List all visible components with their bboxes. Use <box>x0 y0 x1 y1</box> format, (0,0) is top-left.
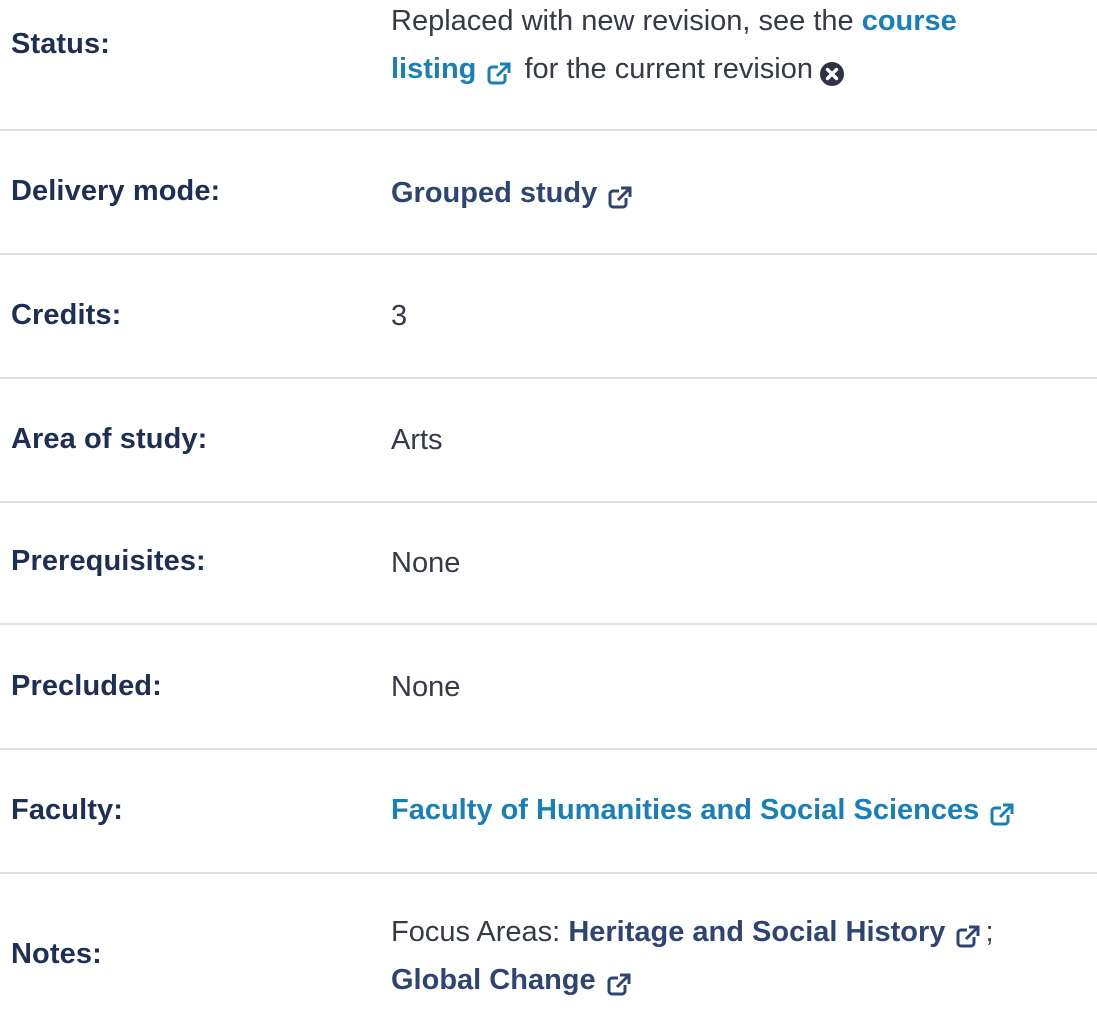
status-text-after: for the current revision <box>524 53 813 85</box>
row-faculty: Faculty: Faculty of Humanities and Socia… <box>0 750 1097 874</box>
credits-value: 3 <box>391 300 408 332</box>
status-label: Status: <box>11 28 110 60</box>
external-link-icon <box>486 54 512 85</box>
prerequisites-value: None <box>391 547 461 579</box>
notes-value: Focus Areas: Heritage and Social History… <box>391 908 1097 1004</box>
delivery-mode-value: Grouped study <box>391 169 1097 217</box>
precluded-label: Precluded: <box>11 670 162 702</box>
area-of-study-label: Area of study: <box>11 423 208 455</box>
area-of-study-value: Arts <box>391 424 443 456</box>
external-link-icon <box>955 917 981 948</box>
row-precluded: Precluded: None <box>0 625 1097 750</box>
row-delivery-mode: Delivery mode: Grouped study <box>0 131 1097 255</box>
close-circle-icon[interactable] <box>819 54 845 87</box>
notes-label: Notes: <box>11 938 102 970</box>
status-value: Replaced with new revision, see the cour… <box>391 0 1097 93</box>
focus-areas-prefix: Focus Areas: <box>391 916 561 948</box>
faculty-link[interactable]: Faculty of Humanities and Social Science… <box>391 794 1019 826</box>
external-link-icon <box>607 178 633 209</box>
row-status: Status: Replaced with new revision, see … <box>0 0 1097 131</box>
row-area-of-study: Area of study: Arts <box>0 379 1097 503</box>
grouped-study-link[interactable]: Grouped study <box>391 177 637 209</box>
row-credits: Credits: 3 <box>0 255 1097 379</box>
notes-separator: ; <box>985 916 994 948</box>
row-notes: Notes: Focus Areas: Heritage and Social … <box>0 874 1097 996</box>
course-details-table: Status: Replaced with new revision, see … <box>0 0 1097 996</box>
credits-label: Credits: <box>11 299 122 331</box>
faculty-label: Faculty: <box>11 794 123 826</box>
heritage-social-history-link[interactable]: Heritage and Social History <box>568 916 985 948</box>
precluded-value: None <box>391 671 461 703</box>
row-prerequisites: Prerequisites: None <box>0 503 1097 625</box>
faculty-value: Faculty of Humanities and Social Science… <box>391 786 1097 834</box>
prerequisites-label: Prerequisites: <box>11 545 206 577</box>
delivery-mode-label: Delivery mode: <box>11 175 221 207</box>
external-link-icon <box>989 795 1015 826</box>
global-change-link[interactable]: Global Change <box>391 964 636 996</box>
external-link-icon <box>606 965 632 996</box>
status-text-before: Replaced with new revision, see the <box>391 5 854 37</box>
